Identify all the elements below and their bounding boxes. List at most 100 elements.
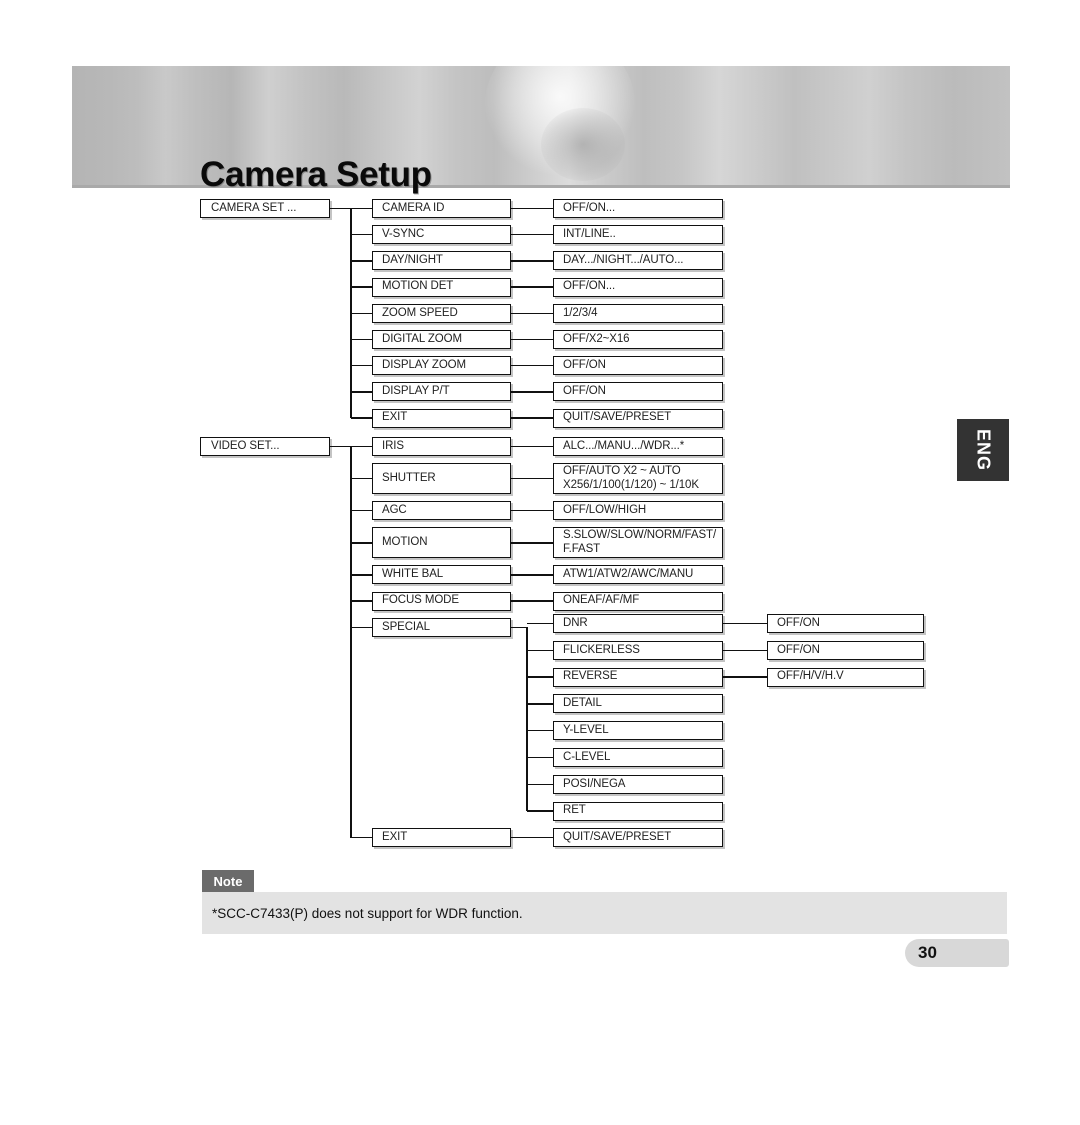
tree-value-shutter: OFF/AUTO X2 ~ AUTO X256/1/100(1/120) ~ 1…: [553, 463, 723, 495]
connector-line-horizontal: [527, 729, 553, 732]
connector-line-horizontal: [351, 364, 372, 367]
connector-line-horizontal: [511, 312, 553, 315]
tree-value-agc: OFF/LOW/HIGH: [553, 501, 723, 521]
tree-node-shutter: SHUTTER: [372, 463, 511, 495]
connector-line-horizontal: [511, 338, 553, 341]
connector-line-horizontal: [351, 836, 372, 839]
connector-line-horizontal: [351, 477, 372, 480]
connector-line-horizontal: [511, 233, 553, 236]
connector-line-horizontal: [351, 600, 372, 602]
connector-line-horizontal: [351, 207, 372, 210]
connector-line-horizontal: [351, 574, 372, 576]
connector-line-horizontal: [511, 574, 553, 576]
tree-node-motion-det: MOTION DET: [372, 277, 511, 297]
note-label: Note: [202, 870, 254, 892]
connector-line-horizontal: [351, 260, 372, 262]
tree-value-flickerless: OFF/ON: [767, 640, 924, 660]
connector-line-horizontal: [527, 810, 553, 812]
connector-special: [511, 626, 527, 629]
connector-line-horizontal: [351, 509, 372, 512]
connector-line-horizontal: [511, 364, 553, 367]
tree-value-display-zoom: OFF/ON: [553, 356, 723, 376]
connector-line-horizontal: [351, 233, 372, 236]
connector-line-horizontal: [511, 445, 553, 448]
connector-spine-camera-set: [350, 208, 352, 419]
tree-value-video-exit: QUIT/SAVE/PRESET: [553, 828, 723, 847]
tree-node-day-night: DAY/NIGHT: [372, 251, 511, 271]
connector-root-camera-set: [330, 207, 351, 210]
connector-line-horizontal: [527, 676, 553, 678]
tree-node-agc: AGC: [372, 501, 511, 521]
connector-line-horizontal: [511, 391, 553, 393]
tree-value-reverse: OFF/H/V/H.V: [767, 667, 924, 687]
tree-node-ret: RET: [553, 801, 723, 821]
connector-line-horizontal: [527, 649, 553, 652]
connector-line-horizontal: [511, 260, 553, 262]
tree-value-camera-id: OFF/ON...: [553, 199, 723, 218]
tree-value-zoom-speed: 1/2/3/4: [553, 303, 723, 323]
connector-line-horizontal: [511, 477, 553, 480]
connector-line-horizontal: [527, 756, 553, 759]
tree-node-detail: DETAIL: [553, 694, 723, 714]
tree-node-camera-id: CAMERA ID: [372, 199, 511, 218]
tree-node-exit: EXIT: [372, 408, 511, 428]
tree-value-exit: QUIT/SAVE/PRESET: [553, 408, 723, 428]
connector-line-horizontal: [511, 836, 553, 839]
tree-node-white-bal: WHITE BAL: [372, 565, 511, 585]
connector-line-horizontal: [351, 312, 372, 315]
connector-line-horizontal: [723, 676, 767, 678]
connector-line-horizontal: [511, 417, 553, 419]
tree-value-white-bal: ATW1/ATW2/AWC/MANU: [553, 565, 723, 585]
note-text: *SCC-C7433(P) does not support for WDR f…: [202, 892, 1007, 934]
tree-value-dnr: OFF/ON: [767, 614, 924, 633]
connector-line-horizontal: [511, 600, 553, 602]
page-title: Camera Setup: [200, 155, 432, 195]
tree-node-display-zoom: DISPLAY ZOOM: [372, 356, 511, 376]
connector-root-video-set: [330, 445, 351, 448]
tree-value-iris: ALC.../MANU.../WDR...*: [553, 437, 723, 456]
tree-node-flickerless: FLICKERLESS: [553, 640, 723, 660]
page-number-badge: 30: [905, 939, 1009, 967]
connector-line-horizontal: [351, 338, 372, 341]
connector-line-horizontal: [351, 445, 372, 448]
tree-value-display-p-t: OFF/ON: [553, 382, 723, 402]
connector-spine-special: [526, 627, 528, 812]
tree-value-digital-zoom: OFF/X2~X16: [553, 330, 723, 349]
tree-root-video-set: VIDEO SET...: [200, 437, 330, 456]
connector-line-horizontal: [723, 649, 767, 652]
connector-line-horizontal: [527, 622, 553, 625]
tree-node-dnr: DNR: [553, 614, 723, 633]
tree-value-motion: S.SLOW/SLOW/NORM/FAST/ F.FAST: [553, 527, 723, 559]
tree-node-v-sync: V-SYNC: [372, 225, 511, 245]
tree-node-zoom-speed: ZOOM SPEED: [372, 303, 511, 323]
tree-value-day-night: DAY.../NIGHT.../AUTO...: [553, 251, 723, 271]
tree-node-video-exit: EXIT: [372, 828, 511, 847]
connector-line-horizontal: [351, 391, 372, 393]
connector-line-horizontal: [511, 286, 553, 288]
connector-line-horizontal: [511, 509, 553, 512]
tree-node-c-level: C-LEVEL: [553, 748, 723, 767]
connector-line-horizontal: [527, 783, 553, 786]
tree-value-focus-mode: ONEAF/AF/MF: [553, 591, 723, 611]
connector-line-horizontal: [351, 286, 372, 288]
tree-node-digital-zoom: DIGITAL ZOOM: [372, 330, 511, 349]
tree-node-reverse: REVERSE: [553, 667, 723, 687]
tree-node-posi-nega: POSI/NEGA: [553, 774, 723, 794]
tree-node-special: SPECIAL: [372, 617, 511, 637]
connector-line-horizontal: [511, 542, 553, 544]
tree-node-display-p-t: DISPLAY P/T: [372, 382, 511, 402]
tree-value-motion-det: OFF/ON...: [553, 277, 723, 297]
connector-line-horizontal: [351, 626, 372, 629]
connector-line-horizontal: [351, 417, 372, 419]
connector-spine-video-set: [350, 446, 352, 838]
connector-line-horizontal: [723, 622, 767, 625]
tree-node-motion: MOTION: [372, 527, 511, 559]
connector-line-horizontal: [351, 542, 372, 544]
tree-node-y-level: Y-LEVEL: [553, 721, 723, 741]
connector-line-horizontal: [511, 207, 553, 210]
tree-node-iris: IRIS: [372, 437, 511, 456]
tree-node-focus-mode: FOCUS MODE: [372, 591, 511, 611]
tree-value-v-sync: INT/LINE..: [553, 225, 723, 245]
tree-root-camera-set: CAMERA SET ...: [200, 199, 330, 218]
connector-line-horizontal: [527, 703, 553, 705]
